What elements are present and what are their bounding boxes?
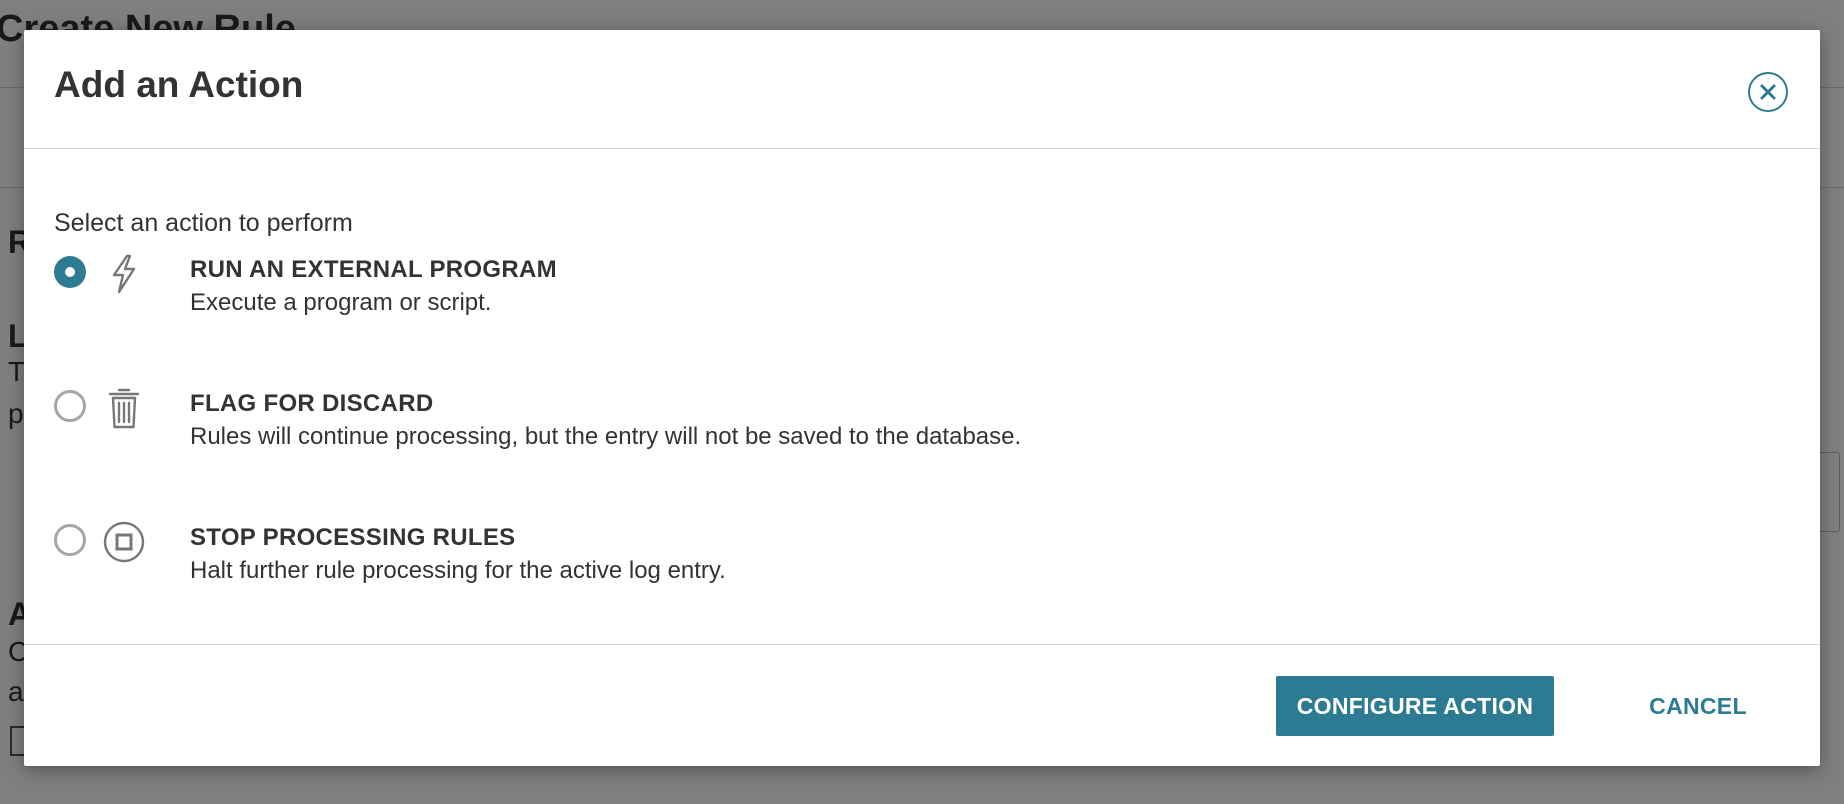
cancel-button[interactable]: CANCEL xyxy=(1638,676,1758,736)
radio-run-external-program[interactable] xyxy=(54,256,86,288)
option-title: FLAG FOR DISCARD xyxy=(190,390,434,417)
trash-icon xyxy=(102,386,146,430)
option-run-external-program[interactable]: RUN AN EXTERNAL PROGRAM Execute a progra… xyxy=(54,252,1754,322)
dialog-footer: CONFIGURE ACTION CANCEL xyxy=(24,644,1820,766)
dialog-body: Select an action to perform RUN AN EXTER… xyxy=(24,150,1820,645)
radio-stop-processing-rules[interactable] xyxy=(54,524,86,556)
stop-circle-icon xyxy=(102,520,146,564)
option-title: STOP PROCESSING RULES xyxy=(190,524,516,551)
option-description: Execute a program or script. xyxy=(190,289,492,316)
configure-action-button[interactable]: CONFIGURE ACTION xyxy=(1276,676,1554,736)
add-action-dialog: Add an Action Select an action to perfor… xyxy=(24,30,1820,766)
lightning-bolt-icon xyxy=(102,252,146,296)
option-description: Halt further rule processing for the act… xyxy=(190,557,726,584)
action-prompt: Select an action to perform xyxy=(54,209,353,237)
option-description: Rules will continue processing, but the … xyxy=(190,423,1022,450)
close-icon xyxy=(1760,84,1776,100)
radio-flag-for-discard[interactable] xyxy=(54,390,86,422)
close-button[interactable] xyxy=(1748,72,1788,112)
option-stop-processing-rules[interactable]: STOP PROCESSING RULES Halt further rule … xyxy=(54,520,1754,590)
option-title: RUN AN EXTERNAL PROGRAM xyxy=(190,256,557,283)
dialog-title: Add an Action xyxy=(54,64,304,105)
dialog-header: Add an Action xyxy=(24,30,1820,149)
option-flag-for-discard[interactable]: FLAG FOR DISCARD Rules will continue pro… xyxy=(54,386,1754,456)
